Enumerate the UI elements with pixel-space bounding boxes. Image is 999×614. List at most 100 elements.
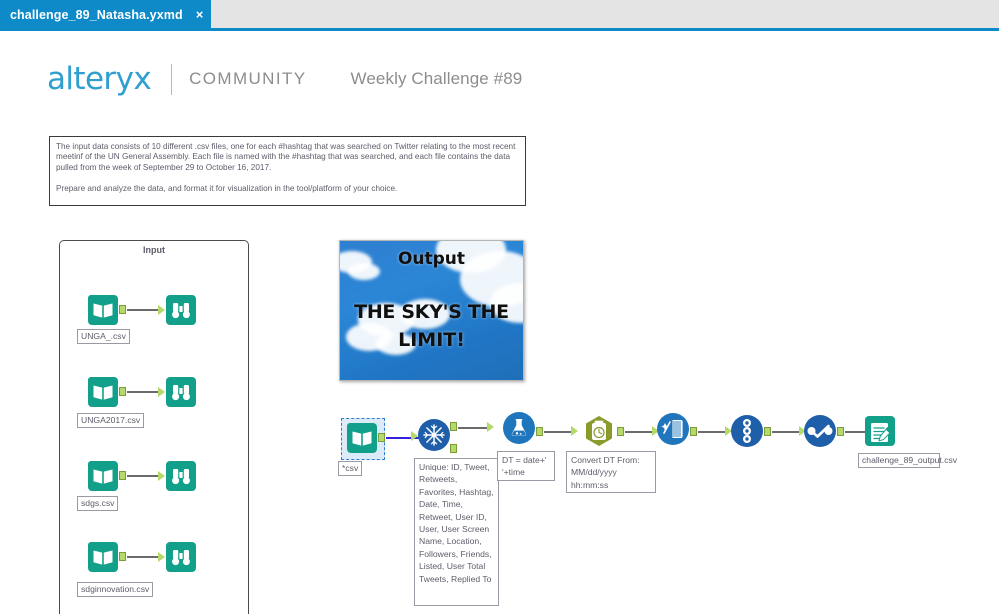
header-branding: alteryx COMMUNITY Weekly Challenge #89: [47, 61, 522, 97]
binoculars-icon: [166, 377, 196, 407]
input-data-tool-1[interactable]: [88, 295, 118, 325]
clock-hexagon-glyph: [586, 416, 612, 446]
connection-wire[interactable]: [127, 309, 159, 311]
connection-wire[interactable]: [127, 391, 159, 393]
description-comment-box[interactable]: The input data consists of 10 different …: [49, 136, 526, 206]
brand-divider: [171, 63, 173, 95]
input-data-tool-2[interactable]: [88, 377, 118, 407]
output-port[interactable]: [119, 305, 126, 314]
clock-hexagon-icon: [583, 415, 615, 447]
page-title: Weekly Challenge #89: [350, 69, 523, 88]
output-port[interactable]: [764, 427, 771, 436]
input-port[interactable]: [158, 387, 165, 397]
input-port[interactable]: [158, 305, 165, 315]
formula-annotation[interactable]: DT = date+' '+time: [497, 451, 555, 481]
input-data-tool-4[interactable]: [88, 542, 118, 572]
binoculars-glyph: [172, 550, 190, 566]
output-port[interactable]: [119, 387, 126, 396]
alteryx-logo: alteryx: [47, 61, 152, 97]
open-book-glyph: [93, 469, 113, 484]
input-file-label-main[interactable]: *csv: [338, 461, 363, 476]
output-port[interactable]: [119, 552, 126, 561]
output-port-unique-u[interactable]: [450, 422, 457, 431]
book-folder-icon: [88, 461, 118, 491]
tab-bar: challenge_89_Natasha.yxmd ×: [0, 0, 999, 31]
broom-icon: [657, 413, 689, 445]
snowflake-icon: [418, 419, 450, 451]
pencil-document-icon: [865, 416, 895, 446]
flask-icon: [503, 412, 535, 444]
input-data-tool-3[interactable]: [88, 461, 118, 491]
flask-glyph: [511, 419, 527, 436]
alteryx-designer-window: challenge_89_Natasha.yxmd × alteryx COMM…: [0, 0, 999, 614]
checkmark-icon: [804, 415, 836, 447]
snowflake-glyph: [423, 424, 445, 446]
output-port-unique-d[interactable]: [450, 444, 457, 453]
input-port[interactable]: [571, 426, 578, 436]
output-port[interactable]: [617, 427, 624, 436]
formula-tool[interactable]: [503, 412, 535, 444]
open-book-glyph: [93, 385, 113, 400]
book-folder-icon: [88, 542, 118, 572]
output-port[interactable]: [690, 427, 697, 436]
basic-table-tool[interactable]: [804, 415, 836, 447]
browse-tool-2[interactable]: [166, 377, 196, 407]
input-data-tool-main[interactable]: [347, 423, 377, 453]
binoculars-glyph: [172, 469, 190, 485]
input-file-label-1[interactable]: UNGA_.csv: [77, 329, 130, 344]
connection-wire[interactable]: [127, 556, 159, 558]
pencil-document-glyph: [871, 423, 893, 442]
open-book-glyph: [93, 303, 113, 318]
binoculars-glyph: [172, 385, 190, 401]
connection-wire[interactable]: [772, 431, 800, 433]
three-dots-glyph: [743, 419, 751, 443]
input-port[interactable]: [158, 552, 165, 562]
browse-tool-1[interactable]: [166, 295, 196, 325]
sky-title: Output: [397, 249, 466, 269]
workflow-canvas[interactable]: alteryx COMMUNITY Weekly Challenge #89 T…: [0, 31, 999, 614]
binoculars-icon: [166, 461, 196, 491]
description-paragraph-2: Prepare and analyze the data, and format…: [56, 183, 398, 193]
connection-wire[interactable]: [698, 431, 726, 433]
datetime-tool[interactable]: [583, 415, 615, 447]
unique-tool[interactable]: [418, 419, 450, 451]
input-port[interactable]: [158, 471, 165, 481]
datetime-annotation[interactable]: Convert DT From: MM/dd/yyyy hh:mm:ss: [566, 451, 656, 493]
output-port[interactable]: [119, 471, 126, 480]
open-book-glyph: [93, 550, 113, 565]
output-sky-image[interactable]: Output THE SKY'S THE LIMIT!: [339, 240, 524, 381]
select-tool[interactable]: [731, 415, 763, 447]
data-cleansing-tool[interactable]: [657, 413, 689, 445]
output-port[interactable]: [536, 427, 543, 436]
output-port[interactable]: [378, 433, 385, 442]
book-folder-icon: [88, 295, 118, 325]
browse-tool-3[interactable]: [166, 461, 196, 491]
description-paragraph-1: The input data consists of 10 different …: [56, 142, 516, 172]
connection-wire[interactable]: [458, 427, 488, 429]
binoculars-icon: [166, 295, 196, 325]
connection-wire[interactable]: [544, 431, 572, 433]
input-port[interactable]: [411, 431, 418, 441]
close-icon[interactable]: ×: [196, 8, 204, 21]
input-file-label-3[interactable]: sdgs.csv: [77, 496, 119, 511]
binoculars-icon: [166, 542, 196, 572]
output-file-label[interactable]: challenge_89_output.csv: [858, 453, 957, 468]
container-title: Input: [143, 245, 165, 255]
book-folder-icon: [347, 423, 377, 453]
tab-challenge-89[interactable]: challenge_89_Natasha.yxmd ×: [0, 0, 212, 29]
connection-wire[interactable]: [625, 431, 653, 433]
checkmark-glyph: [807, 424, 833, 438]
open-book-glyph: [352, 431, 372, 446]
sky-line-1: THE SKY'S THE: [354, 301, 509, 323]
community-label: COMMUNITY: [189, 69, 307, 88]
unique-annotation[interactable]: Unique: ID, Tweet, Retweets, Favorites, …: [414, 458, 499, 606]
input-file-label-2[interactable]: UNGA2017.csv: [77, 413, 145, 428]
input-file-label-4[interactable]: sdginnovation.csv: [77, 582, 154, 597]
browse-tool-4[interactable]: [166, 542, 196, 572]
tab-label: challenge_89_Natasha.yxmd: [10, 7, 183, 22]
input-port[interactable]: [487, 422, 494, 432]
output-port[interactable]: [837, 427, 844, 436]
sky-line-2: LIMIT!: [398, 329, 465, 351]
output-data-tool[interactable]: [865, 416, 895, 446]
connection-wire[interactable]: [127, 475, 159, 477]
